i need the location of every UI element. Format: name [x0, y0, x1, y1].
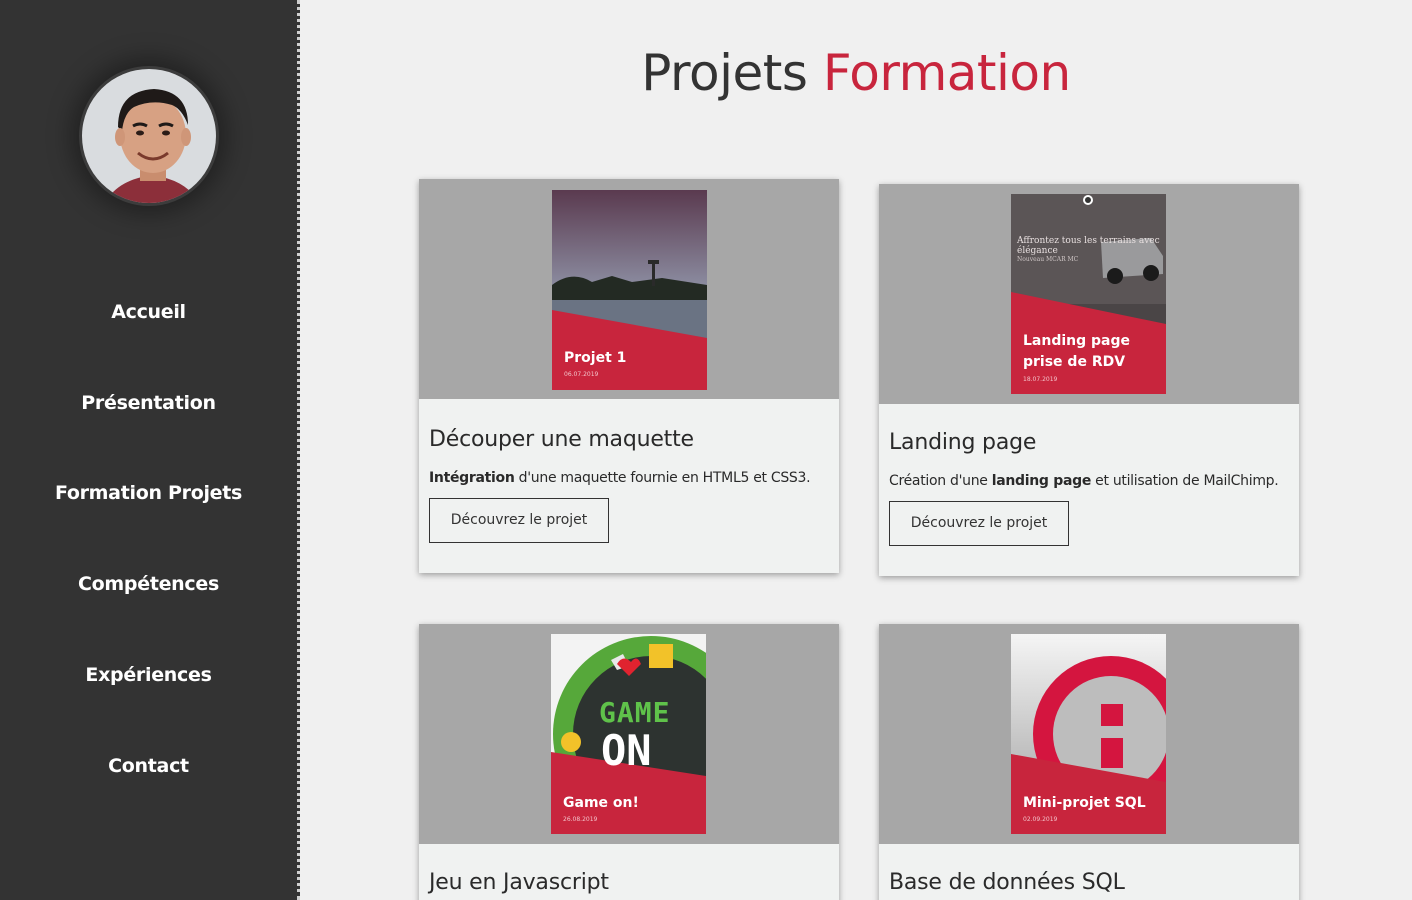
project-thumbnail[interactable]: GAME ON Game on! 26.08.2019 [551, 634, 706, 834]
card-title: Landing page [889, 430, 1037, 455]
project-card-maquette: Projet 1 06.07.2019 Découper une maquett… [419, 179, 839, 573]
card-thumbnail-area: Projet 1 06.07.2019 [419, 179, 839, 399]
card-description: Intégration d'une maquette fournie en HT… [429, 470, 829, 486]
thumbnail-date: 02.09.2019 [1023, 816, 1058, 823]
thumbnail-overlay-subtext: Nouveau MCAR MC [1017, 256, 1079, 263]
avatar-portrait-image [82, 69, 216, 203]
card-description-pre: Création d'une [889, 473, 992, 489]
thumbnail-overlay-text: Affrontez tous les terrains avec éléganc… [1017, 236, 1160, 256]
card-thumbnail-area: Mini-projet SQL 02.09.2019 [879, 624, 1299, 844]
card-title: Jeu en Javascript [429, 870, 609, 895]
card-body: Découper une maquette Intégration d'une … [419, 399, 839, 573]
thumbnail-label: Game on! [563, 795, 639, 811]
page-title-accent: Formation [822, 44, 1071, 102]
nav-item-contact[interactable]: Contact [0, 755, 297, 777]
sidebar: Accueil Présentation Formation Projets C… [0, 0, 300, 900]
card-body: Jeu en Javascript [419, 844, 839, 900]
thumbnail-label-line1: Landing page [1023, 333, 1131, 349]
nav-item-experiences[interactable]: Expériences [0, 664, 297, 686]
nav-item-formation-projets[interactable]: Formation Projets [0, 482, 297, 504]
thumbnail-label-line2: prise de RDV [1023, 354, 1126, 370]
card-thumbnail-area: GAME ON Game on! 26.08.2019 [419, 624, 839, 844]
nav-item-accueil[interactable]: Accueil [0, 301, 297, 323]
thumbnail-label: Projet 1 [564, 350, 627, 366]
card-body: Base de données SQL [879, 844, 1299, 900]
thumbnail-label: Mini-projet SQL [1023, 795, 1146, 811]
project-card-javascript-game: GAME ON Game on! 26.08.2019 Jeu en Javas… [419, 624, 839, 900]
avatar [79, 66, 219, 206]
card-description: Création d'une landing page et utilisati… [889, 473, 1289, 489]
project-thumbnail[interactable]: Projet 1 06.07.2019 [552, 190, 707, 390]
page-title-main: Projets [641, 44, 808, 102]
card-thumbnail-area: Affrontez tous les terrains avec éléganc… [879, 184, 1299, 404]
card-description-text: et utilisation de MailChimp. [1091, 473, 1279, 489]
card-description-bold: landing page [991, 473, 1092, 489]
card-body: Landing page Création d'une landing page… [879, 404, 1299, 576]
thumbnail-date: 18.07.2019 [1023, 376, 1058, 383]
project-thumbnail[interactable]: Affrontez tous les terrains avec éléganc… [1011, 194, 1166, 394]
project-card-sql: Mini-projet SQL 02.09.2019 Base de donné… [879, 624, 1299, 900]
thumbnail-date: 26.08.2019 [563, 816, 598, 823]
discover-project-button[interactable]: Découvrez le projet [429, 498, 609, 543]
project-card-landing-page: Affrontez tous les terrains avec éléganc… [879, 184, 1299, 576]
card-description-text: d'une maquette fournie en HTML5 et CSS3. [514, 470, 811, 486]
game-logo-line1: GAME [599, 696, 671, 729]
nav-item-competences[interactable]: Compétences [0, 573, 297, 595]
nav-item-presentation[interactable]: Présentation [0, 392, 297, 414]
page-title: Projets Formation [300, 44, 1412, 102]
project-thumbnail[interactable]: Mini-projet SQL 02.09.2019 [1011, 634, 1166, 834]
discover-project-button[interactable]: Découvrez le projet [889, 501, 1069, 546]
card-title: Découper une maquette [429, 427, 694, 452]
card-title: Base de données SQL [889, 870, 1125, 895]
card-description-bold: Intégration [429, 470, 515, 486]
thumbnail-date: 06.07.2019 [564, 371, 599, 378]
game-logo-line2: ON [601, 726, 652, 775]
